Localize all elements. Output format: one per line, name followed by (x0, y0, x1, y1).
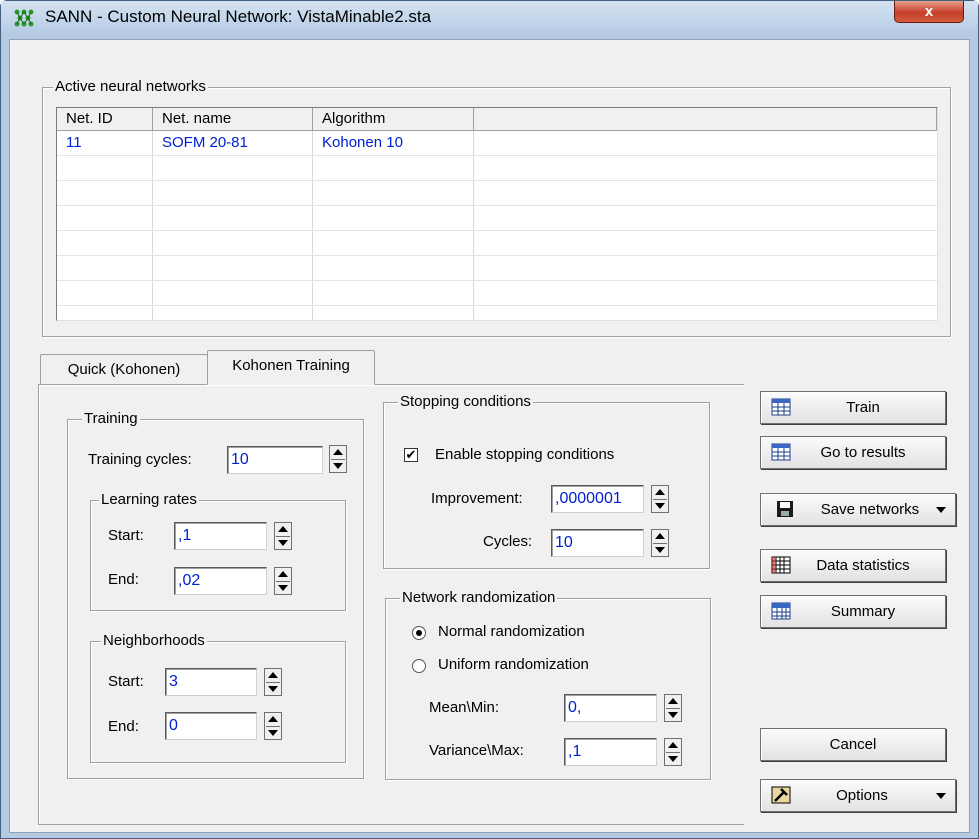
column-header-net-id[interactable]: Net. ID (57, 108, 153, 131)
go-to-results-button[interactable]: Go to results (760, 436, 946, 469)
network-app-icon (14, 9, 34, 27)
close-button[interactable]: x (894, 1, 964, 23)
summary-label: Summary (830, 603, 896, 620)
learning-end-label: End: (108, 571, 139, 588)
cell-net-id: 11 (66, 134, 82, 151)
window-title: SANN - Custom Neural Network: VistaMinab… (45, 7, 432, 26)
active-networks-legend: Active neural networks (53, 78, 208, 95)
enable-stopping-checkbox[interactable]: ✔ (404, 448, 418, 462)
training-legend: Training (82, 410, 140, 427)
column-header-algorithm[interactable]: Algorithm (313, 108, 474, 131)
table-row[interactable] (57, 156, 937, 181)
train-label: Train (846, 399, 880, 416)
stopping-cycles-input[interactable]: 10 (551, 529, 644, 557)
improvement-spinner[interactable] (651, 485, 669, 513)
variance-max-input[interactable]: ,1 (564, 738, 657, 766)
chevron-down-icon (936, 793, 946, 799)
table-row[interactable] (57, 256, 937, 281)
train-button[interactable]: Train (760, 391, 946, 424)
training-cycles-label: Training cycles: (88, 451, 192, 468)
enable-stopping-label[interactable]: Enable stopping conditions (435, 446, 614, 463)
improvement-label: Improvement: (431, 490, 523, 507)
summary-table-icon (771, 602, 791, 620)
options-button[interactable]: Options (760, 779, 956, 812)
variance-max-label: Variance\Max: (429, 742, 524, 759)
save-networks-label: Save networks (820, 501, 920, 518)
learning-start-input[interactable]: ,1 (174, 522, 267, 550)
training-cycles-input[interactable]: 10 (227, 446, 323, 474)
randomization-legend: Network randomization (400, 589, 558, 606)
dialog-window: SANN - Custom Neural Network: VistaMinab… (0, 0, 979, 839)
neighborhood-end-input[interactable]: 0 (165, 712, 257, 740)
improvement-input[interactable]: ,0000001 (551, 485, 644, 513)
cell-net-name: SOFM 20-81 (162, 134, 248, 151)
options-label: Options (836, 787, 888, 804)
variance-max-spinner[interactable] (664, 738, 682, 766)
tab-kohonen-training[interactable]: Kohonen Training (207, 350, 375, 385)
learning-start-spinner[interactable] (274, 522, 292, 550)
go-to-results-label: Go to results (820, 444, 906, 461)
mean-min-spinner[interactable] (664, 694, 682, 722)
learning-end-spinner[interactable] (274, 567, 292, 595)
uniform-randomization-radio[interactable] (412, 659, 426, 673)
mean-min-input[interactable]: 0, (564, 694, 657, 722)
table-row[interactable]: 11 SOFM 20-81 Kohonen 10 (57, 131, 937, 156)
neighborhood-start-spinner[interactable] (264, 668, 282, 696)
neighborhoods-group: Neighborhoods (90, 632, 346, 763)
uniform-randomization-label[interactable]: Uniform randomization (438, 656, 589, 673)
data-statistics-button[interactable]: Data statistics (760, 549, 946, 582)
floppy-disk-icon (777, 501, 793, 517)
neighborhood-end-spinner[interactable] (264, 712, 282, 740)
column-header-net-name[interactable]: Net. name (153, 108, 313, 131)
options-hammer-icon (771, 786, 791, 804)
neighborhood-end-label: End: (108, 718, 139, 735)
table-row[interactable] (57, 206, 937, 231)
networks-grid[interactable]: Net. ID Net. name Algorithm 11 SOFM 20-8… (56, 107, 938, 321)
data-statistics-label: Data statistics (816, 557, 910, 574)
learning-start-label: Start: (108, 527, 144, 544)
neighborhood-start-label: Start: (108, 673, 144, 690)
title-bar[interactable]: SANN - Custom Neural Network: VistaMinab… (1, 1, 978, 31)
spreadsheet-icon (771, 443, 791, 461)
stopping-cycles-spinner[interactable] (651, 529, 669, 557)
spreadsheet-icon (771, 398, 791, 416)
neighborhoods-legend: Neighborhoods (101, 632, 207, 649)
data-grid-icon (771, 556, 791, 574)
neighborhood-start-input[interactable]: 3 (165, 668, 257, 696)
cancel-button[interactable]: Cancel (760, 728, 946, 761)
table-row[interactable] (57, 231, 937, 256)
table-row[interactable] (57, 181, 937, 206)
learning-rates-legend: Learning rates (99, 491, 199, 508)
table-row[interactable] (57, 281, 937, 306)
normal-randomization-label[interactable]: Normal randomization (438, 623, 585, 640)
mean-min-label: Mean\Min: (429, 699, 500, 716)
chevron-down-icon (936, 507, 946, 513)
normal-randomization-radio[interactable] (412, 626, 426, 640)
summary-button[interactable]: Summary (760, 595, 946, 628)
stopping-conditions-legend: Stopping conditions (398, 393, 533, 410)
tab-quick-kohonen[interactable]: Quick (Kohonen) (40, 354, 208, 384)
save-networks-button[interactable]: Save networks (760, 493, 956, 526)
training-cycles-spinner[interactable] (329, 445, 347, 473)
column-header-empty (474, 108, 937, 131)
cell-algorithm: Kohonen 10 (322, 134, 403, 151)
stopping-cycles-label: Cycles: (483, 533, 533, 550)
learning-end-input[interactable]: ,02 (174, 567, 267, 595)
